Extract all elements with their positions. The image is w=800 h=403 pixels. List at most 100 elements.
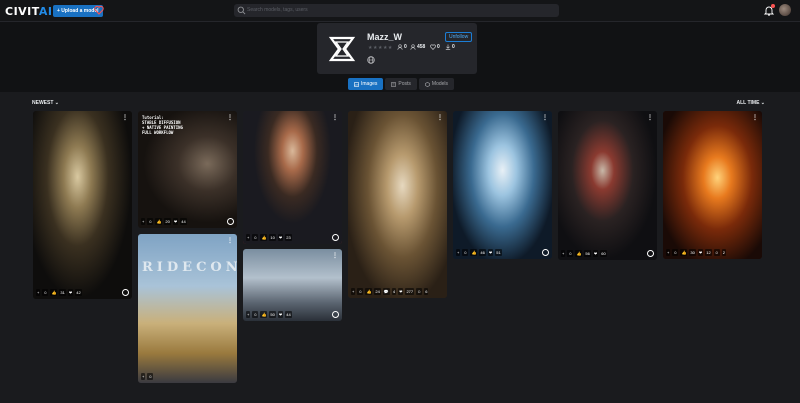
- heart-count: 44: [180, 218, 187, 225]
- like-count: 50: [269, 311, 276, 318]
- image-card[interactable]: ⋮ + ☺ 👍 46 ❤ 51: [453, 111, 552, 259]
- heart-reaction-icon[interactable]: ❤: [487, 249, 494, 256]
- heart-reaction-icon[interactable]: ❤: [697, 249, 704, 256]
- rating-count-value: 0: [404, 44, 407, 50]
- smile-icon[interactable]: ☺: [252, 234, 259, 241]
- info-icon[interactable]: [542, 249, 549, 256]
- add-reaction-icon[interactable]: +: [246, 311, 251, 318]
- smile-icon[interactable]: ☺: [42, 289, 49, 296]
- card-menu-button[interactable]: ⋮: [437, 114, 443, 121]
- followers-stat: 458: [410, 44, 425, 50]
- comment-icon[interactable]: 💬: [382, 288, 390, 295]
- heart-count: 60: [600, 250, 607, 257]
- laugh-icon[interactable]: ☺: [416, 288, 423, 295]
- info-icon[interactable]: [647, 250, 654, 257]
- info-icon[interactable]: [332, 234, 339, 241]
- top-navigation-bar: CIVITAI + Upload a model Search models, …: [0, 0, 800, 22]
- smile-icon[interactable]: ☺: [462, 249, 469, 256]
- reaction-bar[interactable]: + ☺ 👍 50 ❤ 44: [246, 311, 292, 318]
- reaction-bar[interactable]: + ☺ 👍 56 ❤ 60: [561, 250, 607, 257]
- heart-reaction-icon[interactable]: ❤: [172, 218, 179, 225]
- like-icon[interactable]: 👍: [365, 288, 373, 295]
- image-icon: [354, 81, 359, 87]
- reaction-bar[interactable]: + ☺ 👍 24 💬 4 ❤ 277 ☺ 6: [351, 288, 429, 295]
- post-icon: [391, 81, 397, 87]
- period-dropdown[interactable]: ALL TIME ⌄: [736, 100, 765, 106]
- tab-models[interactable]: Models: [418, 78, 455, 90]
- card-menu-button[interactable]: ⋮: [227, 114, 233, 121]
- unfollow-button[interactable]: Unfollow: [445, 32, 473, 42]
- info-icon[interactable]: [122, 289, 129, 296]
- card-menu-button[interactable]: ⋮: [122, 114, 128, 121]
- image-card[interactable]: ⋮ + ☺ 👍 10 ❤ 23: [243, 111, 342, 244]
- heart-reaction-icon[interactable]: ❤: [398, 288, 404, 295]
- card-menu-button[interactable]: ⋮: [227, 237, 233, 244]
- heart-reaction-icon[interactable]: ❤: [277, 234, 284, 241]
- laugh-icon[interactable]: ☺: [713, 249, 720, 256]
- image-card[interactable]: Tutorial: STABLE DIFFUSION + NATIVE PAIN…: [138, 111, 237, 228]
- reaction-bar[interactable]: + ☺ 👍 31 ❤ 42: [36, 289, 82, 296]
- add-reaction-icon[interactable]: +: [561, 250, 566, 257]
- laugh-count: 6: [424, 288, 429, 295]
- smile-icon[interactable]: ☺: [567, 250, 574, 257]
- add-reaction-icon[interactable]: +: [351, 288, 356, 295]
- add-reaction-icon[interactable]: +: [246, 234, 251, 241]
- add-reaction-icon[interactable]: +: [36, 289, 41, 296]
- heart-count: 51: [495, 249, 502, 256]
- card-menu-button[interactable]: ⋮: [752, 114, 758, 121]
- add-reaction-icon[interactable]: +: [141, 218, 146, 225]
- heart-icon[interactable]: [94, 5, 104, 15]
- model-icon: [425, 81, 430, 87]
- heart-reaction-icon[interactable]: ❤: [67, 289, 74, 296]
- reaction-bar[interactable]: + ☺ 👍 30 ❤ 12 ☺ 2: [666, 249, 727, 256]
- image-card[interactable]: ⋮ + ☺ 👍 31 ❤ 42: [33, 111, 132, 299]
- tab-images[interactable]: Images: [348, 78, 384, 90]
- smile-icon[interactable]: ☺: [147, 218, 154, 225]
- smile-icon[interactable]: ☺: [672, 249, 679, 256]
- reaction-bar[interactable]: + ☺ 👍 46 ❤ 51: [456, 249, 502, 256]
- image-card[interactable]: ⋮ + ☺ 👍 56 ❤ 60: [558, 111, 657, 260]
- info-icon[interactable]: [227, 218, 234, 225]
- downloads-stat: 0: [445, 44, 455, 50]
- info-icon[interactable]: [332, 311, 339, 318]
- logo-text-main: CIVIT: [5, 5, 39, 18]
- like-icon[interactable]: 👍: [575, 250, 583, 257]
- like-icon[interactable]: 👍: [260, 234, 268, 241]
- search-input[interactable]: Search models, tags, users: [234, 4, 559, 17]
- ridecon-overlay-title: RIDECON: [142, 260, 237, 275]
- smile-icon[interactable]: ☺: [147, 373, 154, 380]
- like-icon[interactable]: 👍: [680, 249, 688, 256]
- favorites-value: 0: [437, 44, 440, 50]
- card-menu-button[interactable]: ⋮: [542, 114, 548, 121]
- image-card[interactable]: RIDECON ⋮ + ☺: [138, 234, 237, 383]
- image-card[interactable]: ⋮ + ☺ 👍 24 💬 4 ❤ 277 ☺ 6: [348, 111, 447, 298]
- user-avatar[interactable]: [779, 4, 791, 16]
- tab-posts[interactable]: Posts: [385, 78, 417, 90]
- heart-reaction-icon[interactable]: ❤: [277, 311, 284, 318]
- card-menu-button[interactable]: ⋮: [332, 252, 338, 259]
- like-icon[interactable]: 👍: [470, 249, 478, 256]
- add-reaction-icon[interactable]: +: [666, 249, 671, 256]
- add-reaction-icon[interactable]: +: [141, 373, 146, 380]
- smile-icon[interactable]: ☺: [357, 288, 364, 295]
- like-icon[interactable]: 👍: [155, 218, 163, 225]
- sort-dropdown[interactable]: NEWEST ⌄: [32, 100, 59, 106]
- heart-reaction-icon[interactable]: ❤: [592, 250, 599, 257]
- reaction-bar[interactable]: + ☺: [141, 373, 154, 380]
- globe-icon[interactable]: [367, 56, 375, 64]
- heart-count: 44: [285, 311, 292, 318]
- reaction-bar[interactable]: + ☺ 👍 10 ❤ 23: [246, 234, 292, 241]
- card-menu-button[interactable]: ⋮: [647, 114, 653, 121]
- image-card[interactable]: ⋮ + ☺ 👍 50 ❤ 44: [243, 249, 342, 321]
- profile-tabs: Images Posts Models: [348, 78, 455, 90]
- card-menu-button[interactable]: ⋮: [332, 114, 338, 121]
- add-reaction-icon[interactable]: +: [456, 249, 461, 256]
- reaction-bar[interactable]: + ☺ 👍 20 ❤ 44: [141, 218, 187, 225]
- civitai-logo[interactable]: CIVITAI: [5, 5, 53, 18]
- smile-icon[interactable]: ☺: [252, 311, 259, 318]
- like-icon[interactable]: 👍: [260, 311, 268, 318]
- tab-posts-label: Posts: [398, 81, 411, 87]
- like-icon[interactable]: 👍: [50, 289, 58, 296]
- like-count: 30: [689, 249, 696, 256]
- image-card[interactable]: ⋮ + ☺ 👍 30 ❤ 12 ☺ 2: [663, 111, 762, 259]
